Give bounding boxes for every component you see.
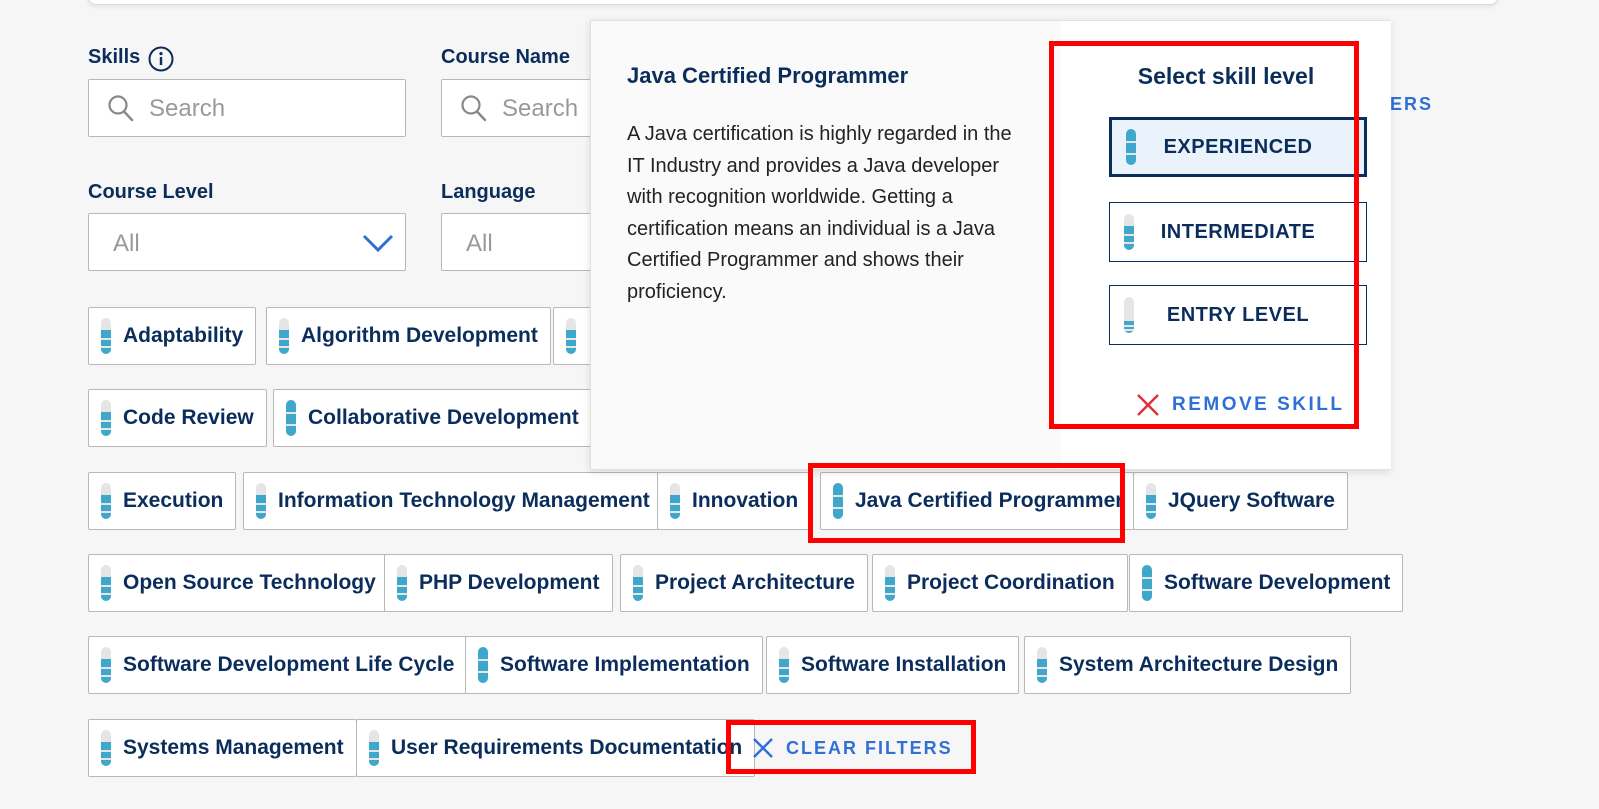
skill-level-selector: Select skill level EXPERIENCED INTERMEDI… <box>1061 21 1391 469</box>
remove-skill-label: REMOVE SKILL <box>1172 394 1345 415</box>
skill-level-indicator <box>1146 483 1156 519</box>
skill-chip-label: Collaborative Development <box>308 406 579 429</box>
skill-chip-label: JQuery Software <box>1168 489 1335 512</box>
skill-level-indicator <box>101 647 111 683</box>
skill-level-popover: Java Certified Programmer A Java certifi… <box>590 20 1391 470</box>
skill-level-indicator <box>1142 565 1152 601</box>
level-button-intermediate[interactable]: INTERMEDIATE <box>1109 202 1367 262</box>
skill-level-indicator <box>566 318 576 354</box>
skill-chip-label: Software Development Life Cycle <box>123 653 455 676</box>
skill-chip-software-installation[interactable]: Software Installation <box>766 636 1020 694</box>
level-button-label: ENTRY LEVEL <box>1166 303 1310 326</box>
skill-chip-open-source-technology[interactable]: Open Source Technology <box>88 554 389 612</box>
skill-level-indicator <box>833 483 843 519</box>
skill-chip-label: Project Architecture <box>655 571 855 594</box>
skill-level-indicator <box>885 565 895 601</box>
skill-level-indicator <box>256 483 266 519</box>
skills-search-field[interactable] <box>88 79 406 137</box>
skill-chip-label: Algorithm Development <box>301 324 538 347</box>
skill-chip-php-development[interactable]: PHP Development <box>384 554 613 612</box>
skill-chip-label: Project Coordination <box>907 571 1115 594</box>
course-name-label: Course Name <box>441 46 570 68</box>
skill-chip-software-development[interactable]: Software Development <box>1129 554 1404 612</box>
info-icon[interactable] <box>148 46 174 72</box>
skills-label: Skills <box>88 46 141 68</box>
skill-chip-system-architecture-design[interactable]: System Architecture Design <box>1024 636 1352 694</box>
skill-level-indicator <box>633 565 643 601</box>
level-button-entry-level[interactable]: ENTRY LEVEL <box>1109 285 1367 345</box>
skill-chip-label: Java Certified Programmer <box>855 489 1124 512</box>
skill-chip-label: Software Installation <box>801 653 1007 676</box>
clear-filters-button[interactable]: CLEAR FILTERS <box>752 728 953 768</box>
top-card-edge <box>88 0 1498 5</box>
skill-chip-adaptability[interactable]: Adaptability <box>88 307 257 365</box>
skill-level-indicator <box>1126 129 1136 165</box>
skill-level-indicator <box>670 483 680 519</box>
skill-chip-label: Software Implementation <box>500 653 750 676</box>
skill-chip-software-development-life-cycle[interactable]: Software Development Life Cycle <box>88 636 468 694</box>
skill-chip-systems-management[interactable]: Systems Management <box>88 719 357 777</box>
skill-chip-label: Software Development <box>1164 571 1391 594</box>
skill-level-indicator <box>101 565 111 601</box>
course-level-value: All <box>113 230 140 257</box>
popover-skill-title: Java Certified Programmer <box>627 63 909 88</box>
skill-level-indicator <box>286 400 296 436</box>
skill-level-indicator <box>478 647 488 683</box>
course-level-label: Course Level <box>88 181 214 203</box>
skill-level-indicator <box>101 400 111 436</box>
skill-chip-code-review[interactable]: Code Review <box>88 389 267 447</box>
skill-chip-collaborative-development[interactable]: Collaborative Development <box>273 389 592 447</box>
skill-level-indicator <box>1037 647 1047 683</box>
skill-chip-label: User Requirements Documentation <box>391 736 743 759</box>
skill-chip-label: Innovation <box>692 489 799 512</box>
skill-chip-label: Code Review <box>123 406 254 429</box>
skill-chip-algorithm-development[interactable]: Algorithm Development <box>266 307 551 365</box>
skill-chip-label: Information Technology Management <box>278 489 650 512</box>
skill-chip-label: Open Source Technology <box>123 571 376 594</box>
skill-level-indicator <box>101 318 111 354</box>
skill-level-indicator <box>101 483 111 519</box>
level-button-label: INTERMEDIATE <box>1160 220 1316 243</box>
clear-filters-label: CLEAR FILTERS <box>786 737 953 758</box>
language-value: All <box>466 230 493 257</box>
skill-chip-label: Systems Management <box>123 736 344 759</box>
skill-chip-project-coordination[interactable]: Project Coordination <box>872 554 1128 612</box>
course-level-select[interactable]: All <box>88 213 406 271</box>
clear-filters-link-partial[interactable]: ERS <box>1390 94 1433 115</box>
skill-chip-jquery-software[interactable]: JQuery Software <box>1133 472 1348 530</box>
search-icon <box>461 95 487 122</box>
skill-description-panel: Java Certified Programmer A Java certifi… <box>591 21 1061 469</box>
skill-chip-label: System Architecture Design <box>1059 653 1339 676</box>
skill-chip-innovation[interactable]: Innovation <box>657 472 812 530</box>
search-icon <box>108 95 134 122</box>
skill-chip-hidden[interactable] <box>553 307 593 365</box>
skill-level-indicator <box>101 730 111 766</box>
close-icon <box>753 738 773 758</box>
skill-chip-label: Adaptability <box>123 324 244 347</box>
skill-chip-execution[interactable]: Execution <box>88 472 237 530</box>
select-skill-level-title: Select skill level <box>1137 63 1315 89</box>
skill-level-indicator <box>279 318 289 354</box>
language-label: Language <box>441 181 536 203</box>
skill-chip-label: Execution <box>123 489 224 512</box>
skill-level-indicator <box>1124 214 1134 250</box>
skill-chip-user-requirements-documentation[interactable]: User Requirements Documentation <box>356 719 756 777</box>
popover-skill-description: A Java certification is highly regarded … <box>627 123 1012 303</box>
level-button-experienced[interactable]: EXPERIENCED <box>1109 117 1367 177</box>
skill-chip-project-architecture[interactable]: Project Architecture <box>620 554 868 612</box>
skill-level-indicator <box>397 565 407 601</box>
close-icon <box>1137 394 1159 416</box>
skills-search-input[interactable] <box>147 93 391 125</box>
skill-level-indicator <box>1124 297 1134 333</box>
chevron-down-icon <box>362 234 394 253</box>
skill-level-indicator <box>779 647 789 683</box>
remove-skill-button[interactable]: REMOVE SKILL <box>1136 385 1345 425</box>
level-button-label: EXPERIENCED <box>1163 135 1313 158</box>
skill-level-indicator <box>369 730 379 766</box>
skill-chip-java-certified-programmer[interactable]: Java Certified Programmer <box>820 472 1137 530</box>
skill-chip-information-technology-management[interactable]: Information Technology Management <box>243 472 663 530</box>
skill-chip-label: PHP Development <box>419 571 600 594</box>
skill-chip-software-implementation[interactable]: Software Implementation <box>465 636 763 694</box>
